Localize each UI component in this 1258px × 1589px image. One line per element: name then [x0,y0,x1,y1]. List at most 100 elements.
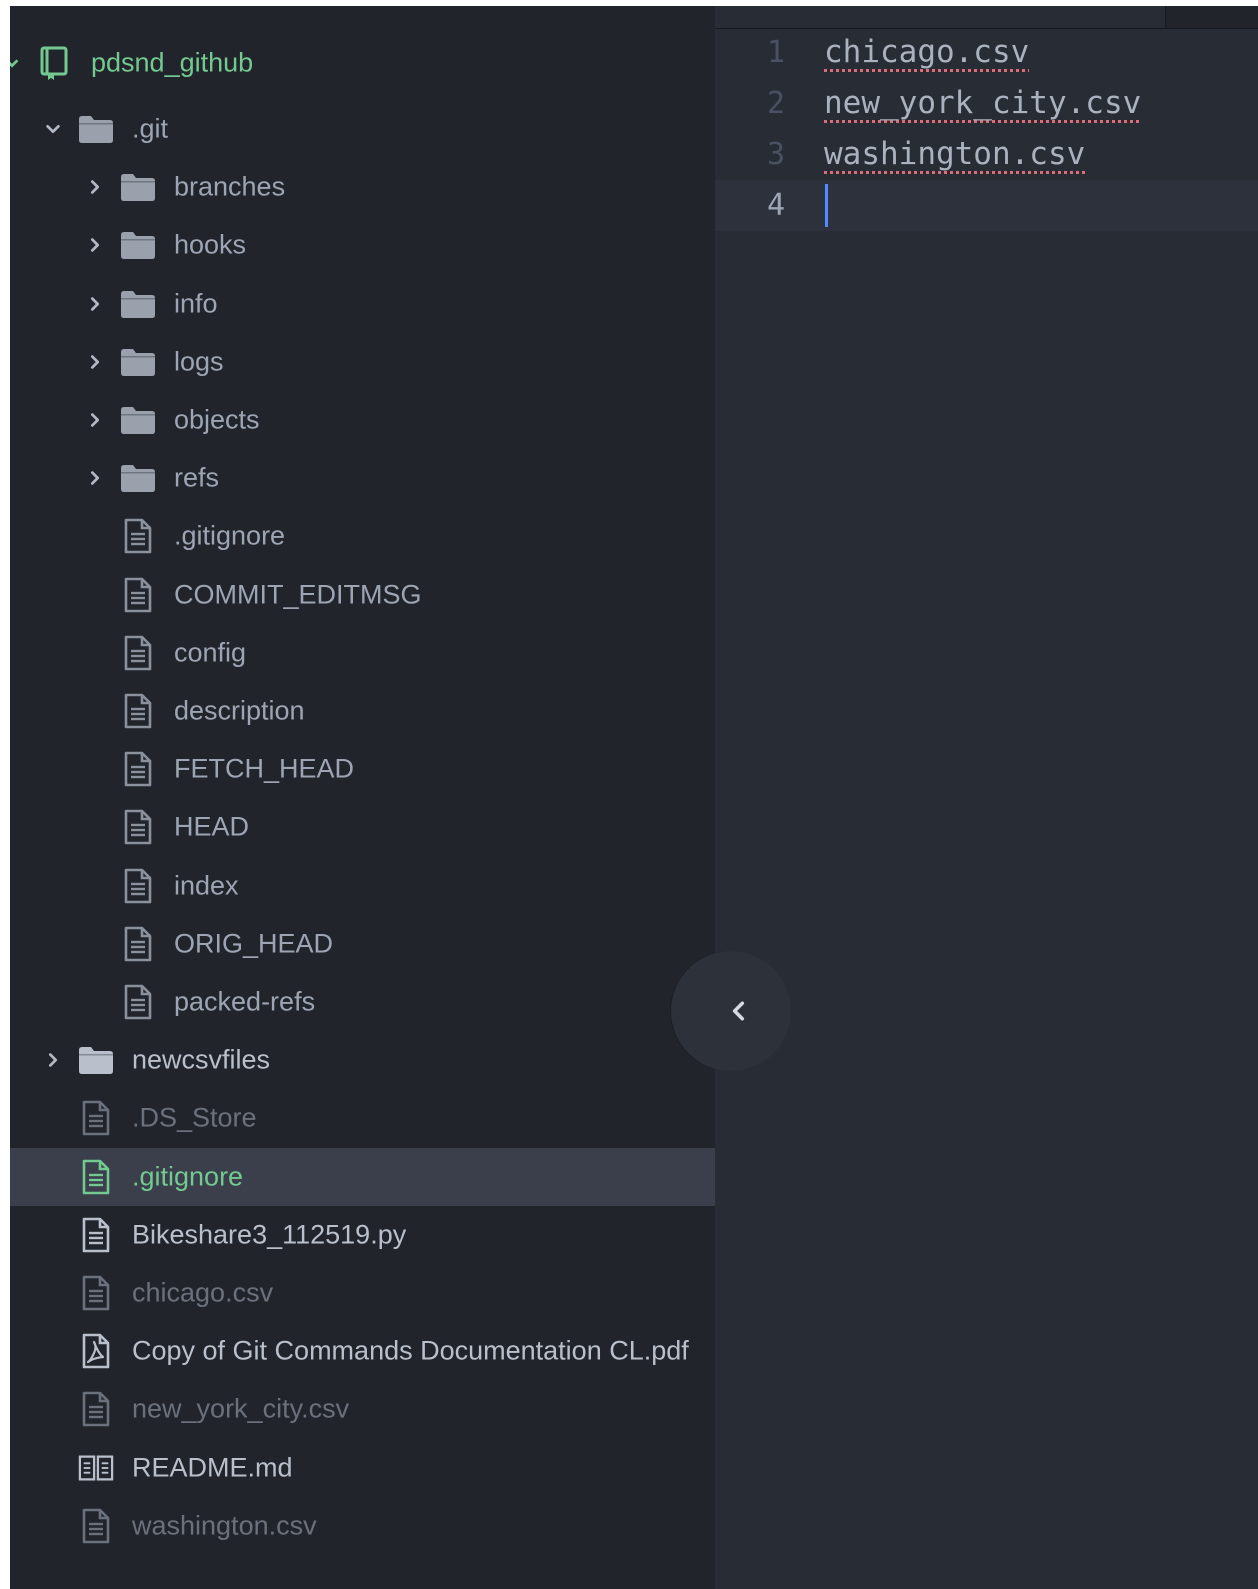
project-name: pdsnd_github [91,47,254,78]
folder-icon [120,169,156,205]
tree-folder-branches[interactable]: branches [10,158,715,216]
file-text-icon [78,1275,114,1311]
tree-item-label: index [174,870,239,901]
tree-item-label: branches [174,171,286,202]
tree-view[interactable]: pdsnd_github .git branches hooks info logs ob… [10,6,715,1589]
file-text-icon [120,984,156,1020]
tree-folder-info[interactable]: info [10,275,715,333]
code-line[interactable] [715,180,1258,231]
tree-item-label: .git [132,113,169,144]
file-text-icon [78,1508,114,1544]
tree-item-label: washington.csv [132,1510,317,1541]
chevron-right-icon[interactable] [43,1050,63,1070]
text-editor[interactable]: chicago.csv 1 new_york_city.csv 2 washington… [715,6,1258,1589]
tree-item-label: ORIG_HEAD [174,928,334,959]
tree-file-gitignore[interactable]: .gitignore [10,1147,715,1206]
tree-file-head[interactable]: HEAD [10,798,715,856]
tree-file-ds-store[interactable]: .DS_Store [10,1089,715,1147]
tree-folder-git[interactable]: .git [10,100,715,158]
file-text-icon [120,518,156,554]
tree-file-description[interactable]: description [10,682,715,740]
folder-icon [120,344,156,380]
editor-window: pdsnd_github .git branches hooks info logs ob… [10,6,1258,1589]
folder-icon [78,1042,114,1078]
tree-folder-hooks[interactable]: hooks [10,216,715,274]
tree-file-chicago-csv[interactable]: chicago.csv [10,1264,715,1322]
tree-file-commit-editmsg[interactable]: COMMIT_EDITMSG [10,566,715,624]
line-number: 1 [766,35,785,70]
tree-item-label: packed-refs [174,986,316,1017]
tree-item-label: FETCH_HEAD [174,753,355,784]
file-text-icon [78,1217,114,1253]
tree-folder-newcsvfiles[interactable]: newcsvfiles [10,1031,715,1089]
file-text-icon [78,1159,114,1195]
tree-item-label: COMMIT_EDITMSG [174,579,422,610]
tree-item-label: config [174,637,247,668]
tree-file-new-york-city-csv[interactable]: new_york_city.csv [10,1380,715,1438]
tree-file-orig-head[interactable]: ORIG_HEAD [10,915,715,973]
tree-item-label: description [174,695,305,726]
chevron-right-icon[interactable] [85,294,105,314]
chevron-right-icon[interactable] [85,235,105,255]
chevron-down-icon[interactable] [43,119,63,139]
code-line[interactable]: chicago.csv [715,27,1258,78]
folder-icon [120,286,156,322]
file-pdf-icon [78,1333,114,1369]
tree-item-label: Copy of Git Commands Documentation CL.pd… [132,1335,689,1366]
code-line-text: new_york_city.csv [824,85,1142,121]
chevron-right-icon[interactable] [85,177,105,197]
tree-item-label: logs [174,346,224,377]
folder-icon [78,111,114,147]
file-text-icon [120,693,156,729]
tree-item-label: .gitignore [132,1161,244,1192]
tree-item-label: chicago.csv [132,1277,274,1308]
code-line-text: chicago.csv [824,34,1030,70]
project-root[interactable]: pdsnd_github [10,34,715,92]
tree-file-packed-refs[interactable]: packed-refs [10,973,715,1031]
file-text-icon [120,868,156,904]
tree-item-label: hooks [174,229,247,260]
chevron-right-icon[interactable] [85,410,105,430]
tree-item-label: Bikeshare3_112519.py [132,1219,407,1250]
tree-item-label: newcsvfiles [132,1044,271,1075]
folder-icon [120,402,156,438]
code-line-text: washington.csv [824,136,1086,172]
tree-file-gitignore[interactable]: .gitignore [10,507,715,565]
tree-file-readme-md[interactable]: README.md [10,1439,715,1497]
dock-toggle-button[interactable] [716,991,761,1031]
folder-icon [120,460,156,496]
tree-file-copy-of-git-commands-documentation-cl-pdf[interactable]: Copy of Git Commands Documentation CL.pd… [10,1322,715,1380]
tree-item-label: HEAD [174,811,250,842]
repo-icon [36,45,72,81]
tree-file-index[interactable]: index [10,857,715,915]
tree-item-label: new_york_city.csv [132,1393,350,1424]
tree-item-label: info [174,288,218,319]
line-number: 2 [766,86,785,121]
code-line[interactable]: washington.csv [715,129,1258,180]
book-icon [78,1450,114,1486]
file-text-icon [78,1100,114,1136]
tree-folder-logs[interactable]: logs [10,333,715,391]
chevron-down-icon[interactable] [10,53,22,73]
tab-bar [715,6,1258,29]
tree-file-fetch-head[interactable]: FETCH_HEAD [10,740,715,798]
tree-folder-refs[interactable]: refs [10,449,715,507]
line-number: 3 [766,137,785,172]
tree-item-label: README.md [132,1452,293,1483]
tree-file-config[interactable]: config [10,624,715,682]
tree-item-label: .gitignore [174,520,286,551]
chevron-right-icon[interactable] [85,468,105,488]
tree-item-label: refs [174,462,220,493]
tree-item-label: objects [174,404,260,435]
tree-file-bikeshare3-112519-py[interactable]: Bikeshare3_112519.py [10,1206,715,1264]
tree-item-label: .DS_Store [132,1102,257,1133]
folder-icon [120,227,156,263]
code-line[interactable]: new_york_city.csv [715,78,1258,129]
tree-folder-objects[interactable]: objects [10,391,715,449]
editor-tab[interactable] [715,6,1166,28]
chevron-right-icon[interactable] [85,352,105,372]
tree-file-washington-csv[interactable]: washington.csv [10,1497,715,1555]
file-text-icon [120,635,156,671]
file-text-icon [120,926,156,962]
text-cursor [825,184,828,227]
